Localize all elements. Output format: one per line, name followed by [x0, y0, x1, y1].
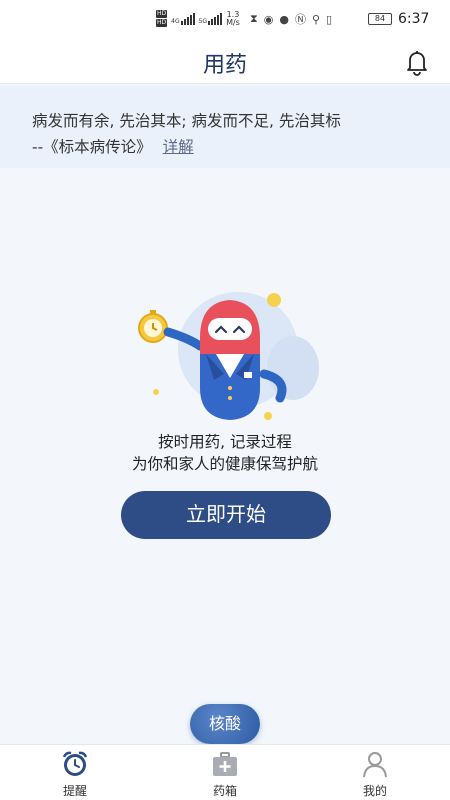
stopwatch-icon: [138, 310, 168, 343]
tab-medicine-box-label: 药箱: [212, 784, 237, 798]
battery-icon: 84: [368, 13, 392, 25]
nucleic-acid-button[interactable]: 核酸: [190, 704, 260, 744]
tab-profile[interactable]: 我的: [335, 749, 415, 799]
tab-reminder-label: 提醒: [62, 784, 87, 798]
nfc-icon: Ⓝ: [294, 13, 306, 26]
user-icon: [363, 752, 387, 778]
hd-badges: HD HD: [156, 10, 168, 27]
signal-bars-icon: [180, 12, 195, 25]
page-title: 用药: [202, 53, 247, 78]
bell-icon[interactable]: [402, 47, 432, 77]
quote-detail-link[interactable]: 详解: [163, 138, 194, 156]
tagline-line2: 为你和家人的健康保驾护航: [131, 455, 318, 473]
tagline-line1: 按时用药, 记录过程: [158, 433, 292, 451]
speed-unit: M/s: [226, 17, 240, 27]
hourglass-icon: ⧗: [250, 12, 258, 25]
network-type-label: 5G: [198, 17, 208, 25]
signal-4g: 4G: [171, 12, 195, 25]
start-button[interactable]: 立即开始: [121, 491, 331, 539]
medicine-box-icon: [213, 752, 237, 776]
tab-profile-label: 我的: [362, 784, 387, 798]
clock: 6:37: [398, 11, 430, 27]
quote-source: --《标本病传论》: [32, 138, 152, 156]
tab-medicine-box[interactable]: 药箱: [185, 749, 265, 799]
quote-source-line: --《标本病传论》 详解: [32, 134, 450, 160]
message-icon: ●: [279, 12, 289, 26]
location-icon: ⚲: [311, 12, 321, 26]
network-type-label: 4G: [171, 17, 180, 25]
hotspot-icon: ◉: [263, 12, 274, 26]
tab-reminder[interactable]: 提醒: [35, 749, 115, 799]
signal-5g: 5G: [198, 12, 223, 25]
hd-badge: HD: [156, 10, 168, 18]
app-header: 用药: [0, 40, 450, 84]
bottom-tab-bar: 提醒 药箱 我的: [0, 744, 450, 800]
status-bar: HD HD 4G 5G 1.3 M/s ⧗ ◉ ● Ⓝ ⚲ ▯ 84 6:37: [0, 0, 450, 40]
quote-text: 病发而有余, 先治其本; 病发而不足, 先治其标: [32, 112, 341, 130]
status-icons: ⧗ ◉ ● Ⓝ ⚲ ▯: [250, 11, 332, 27]
network-indicators: HD HD 4G 5G 1.3 M/s: [156, 10, 240, 27]
hd-badge: HD: [156, 19, 168, 27]
alarm-clock-icon: [62, 751, 88, 776]
quote-banner: 病发而有余, 先治其本; 病发而不足, 先治其标 --《标本病传论》 详解: [0, 86, 450, 168]
vibrate-icon: ▯: [326, 12, 333, 26]
network-speed: 1.3 M/s: [226, 10, 240, 27]
signal-bars-icon: [208, 12, 223, 25]
medicine-mascot-illustration: [138, 292, 319, 420]
